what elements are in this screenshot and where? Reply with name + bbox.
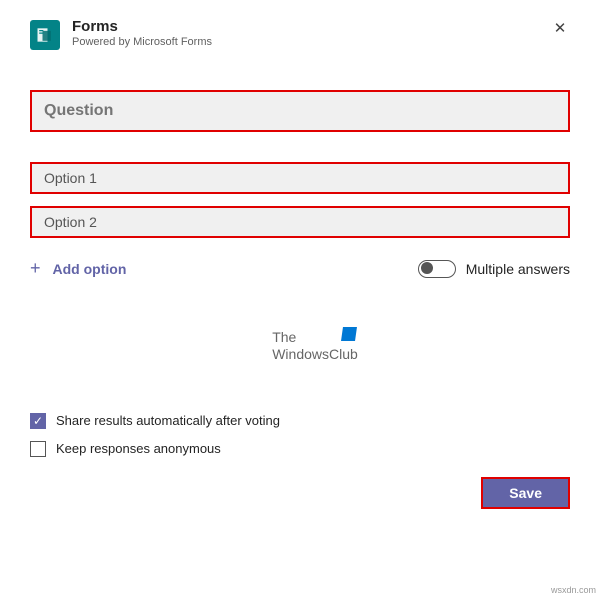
share-results-row: ✓ Share results automatically after voti…	[30, 413, 570, 429]
multiple-answers-label: Multiple answers	[466, 261, 570, 277]
anonymous-row: Keep responses anonymous	[30, 441, 570, 457]
multiple-answers-toggle[interactable]	[418, 260, 456, 278]
toggle-knob	[421, 262, 433, 274]
watermark-line1: The	[272, 329, 296, 345]
dialog-container: Forms Powered by Microsoft Forms ✕ + Add…	[0, 0, 600, 527]
add-option-button[interactable]: + Add option	[30, 258, 126, 279]
option-input-2[interactable]	[30, 206, 570, 238]
controls-row: + Add option Multiple answers	[30, 258, 570, 279]
share-results-label: Share results automatically after voting	[56, 413, 280, 428]
dialog-footer: Save	[30, 477, 570, 509]
anonymous-label: Keep responses anonymous	[56, 441, 221, 456]
watermark-line2: WindowsClub	[272, 346, 358, 362]
header-text: Forms Powered by Microsoft Forms	[72, 18, 570, 48]
save-button[interactable]: Save	[481, 477, 570, 509]
forms-app-icon	[30, 20, 60, 50]
add-option-label: Add option	[53, 261, 127, 277]
source-note: wsxdn.com	[551, 585, 596, 595]
multiple-answers-control: Multiple answers	[418, 260, 570, 278]
dialog-header: Forms Powered by Microsoft Forms ✕	[30, 18, 570, 50]
watermark-square-icon	[341, 327, 357, 341]
form-area: + Add option Multiple answers	[30, 90, 570, 279]
option-input-1[interactable]	[30, 162, 570, 194]
forms-icon	[35, 25, 55, 45]
question-input[interactable]	[30, 90, 570, 132]
watermark-text: The WindowsClub	[242, 329, 358, 363]
app-title: Forms	[72, 18, 570, 35]
watermark: The WindowsClub	[30, 329, 570, 363]
close-icon: ✕	[554, 20, 567, 37]
app-subtitle: Powered by Microsoft Forms	[72, 36, 570, 48]
close-button[interactable]: ✕	[550, 18, 570, 38]
share-results-checkbox[interactable]: ✓	[30, 413, 46, 429]
plus-icon: +	[30, 258, 41, 279]
anonymous-checkbox[interactable]	[30, 441, 46, 457]
settings-area: ✓ Share results automatically after voti…	[30, 413, 570, 457]
